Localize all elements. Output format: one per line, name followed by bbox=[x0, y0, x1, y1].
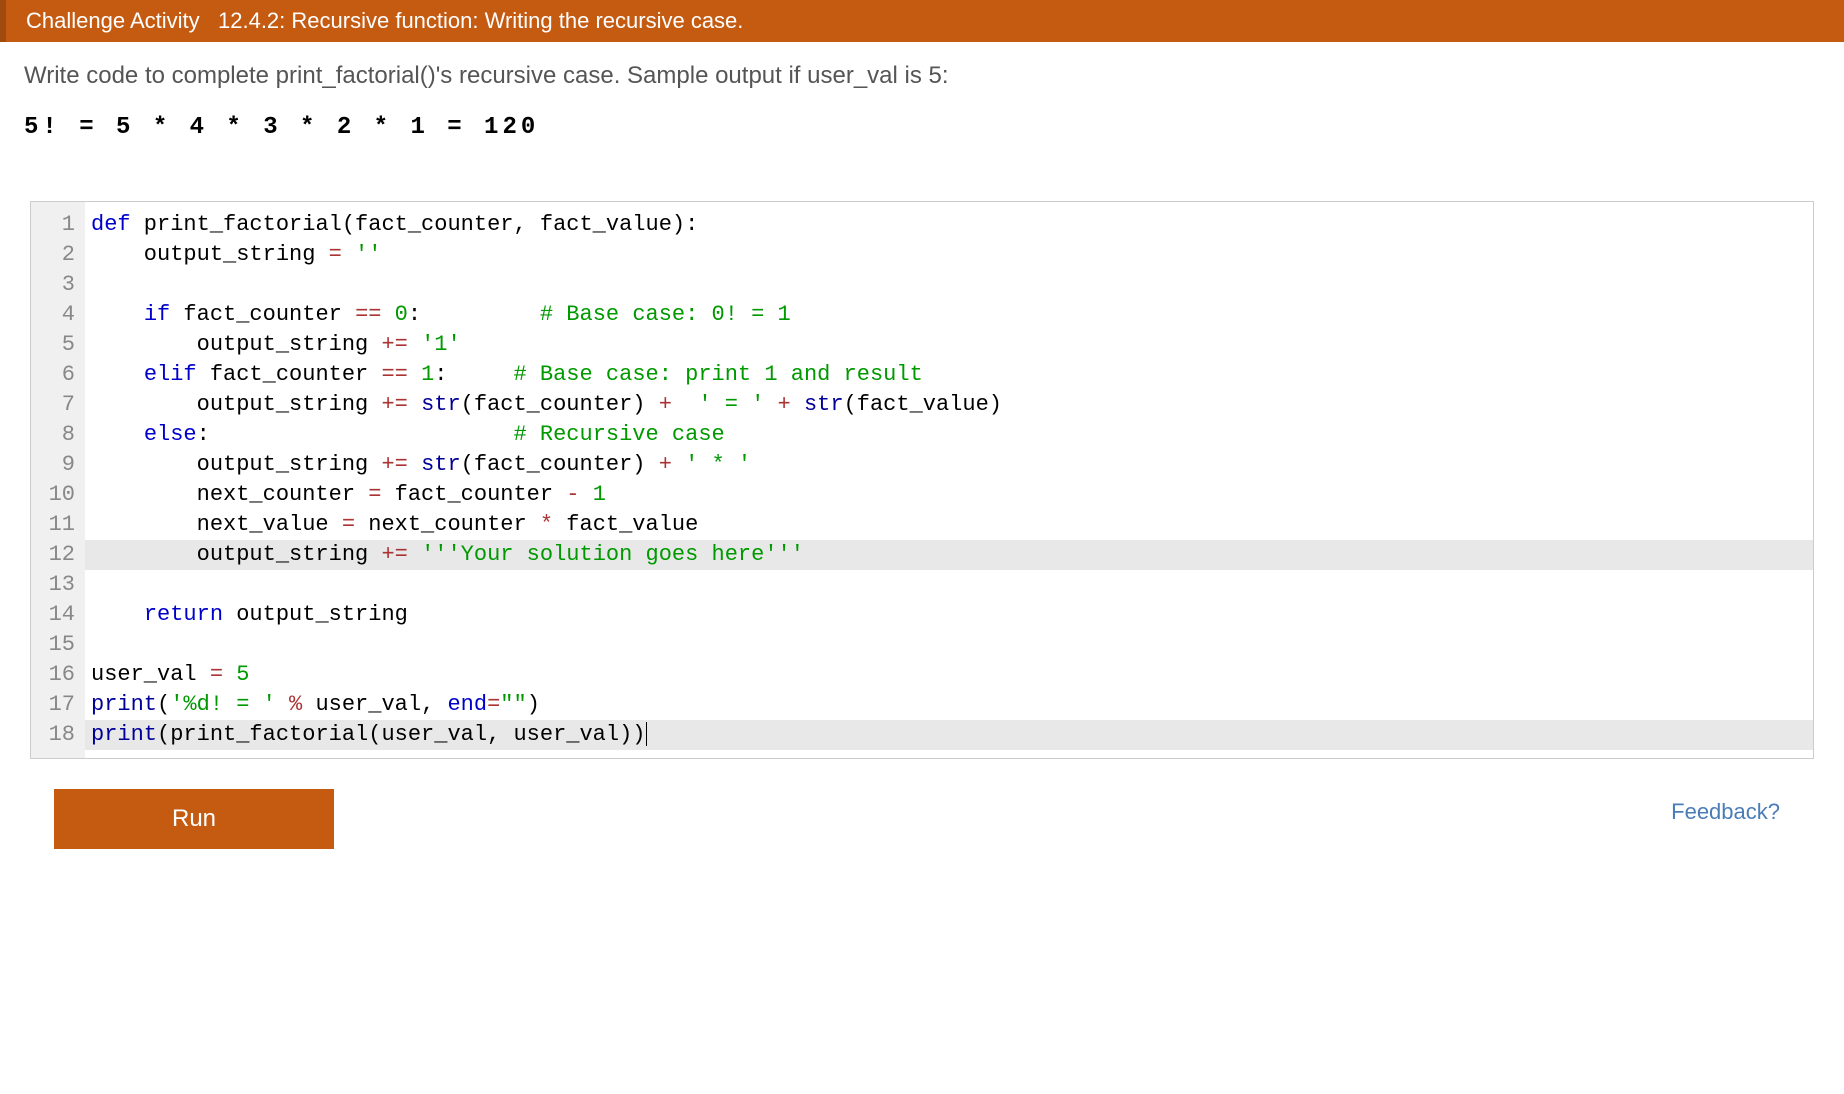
line-number: 18 bbox=[45, 720, 75, 750]
code-line[interactable]: output_string = '' bbox=[85, 240, 1813, 270]
line-number: 17 bbox=[45, 690, 75, 720]
line-number: 2 bbox=[45, 240, 75, 270]
sample-output: 5! = 5 * 4 * 3 * 2 * 1 = 120 bbox=[24, 114, 1820, 141]
code-line[interactable]: print('%d! = ' % user_val, end="") bbox=[85, 690, 1813, 720]
line-number: 15 bbox=[45, 630, 75, 660]
challenge-header: Challenge Activity 12.4.2: Recursive fun… bbox=[0, 0, 1844, 42]
line-number: 10 bbox=[45, 480, 75, 510]
line-number: 6 bbox=[45, 360, 75, 390]
code-body[interactable]: def print_factorial(fact_counter, fact_v… bbox=[85, 202, 1813, 758]
code-line[interactable]: output_string += str(fact_counter) + ' =… bbox=[85, 390, 1813, 420]
line-number: 12 bbox=[45, 540, 75, 570]
challenge-title: Recursive function: Writing the recursiv… bbox=[291, 8, 743, 33]
line-number: 5 bbox=[45, 330, 75, 360]
line-number: 1 bbox=[45, 210, 75, 240]
code-line[interactable]: print(print_factorial(user_val, user_val… bbox=[85, 720, 1813, 750]
code-line[interactable] bbox=[85, 630, 1813, 660]
content-area: Write code to complete print_factorial()… bbox=[0, 42, 1844, 869]
feedback-link[interactable]: Feedback? bbox=[1671, 799, 1780, 825]
code-line[interactable]: return output_string bbox=[85, 600, 1813, 630]
code-editor[interactable]: 123456789101112131415161718 def print_fa… bbox=[30, 201, 1814, 759]
line-number: 8 bbox=[45, 420, 75, 450]
line-number: 9 bbox=[45, 450, 75, 480]
line-number: 4 bbox=[45, 300, 75, 330]
line-number: 13 bbox=[45, 570, 75, 600]
code-line[interactable]: next_value = next_counter * fact_value bbox=[85, 510, 1813, 540]
code-line[interactable]: user_val = 5 bbox=[85, 660, 1813, 690]
line-number: 11 bbox=[45, 510, 75, 540]
run-button[interactable]: Run bbox=[54, 789, 334, 849]
code-line[interactable]: output_string += str(fact_counter) + ' *… bbox=[85, 450, 1813, 480]
line-number: 16 bbox=[45, 660, 75, 690]
code-line[interactable]: output_string += '''Your solution goes h… bbox=[85, 540, 1813, 570]
challenge-number: 12.4.2: bbox=[218, 8, 285, 33]
code-line[interactable]: output_string += '1' bbox=[85, 330, 1813, 360]
line-number-gutter: 123456789101112131415161718 bbox=[31, 202, 85, 758]
code-line[interactable]: elif fact_counter == 1: # Base case: pri… bbox=[85, 360, 1813, 390]
line-number: 7 bbox=[45, 390, 75, 420]
code-line[interactable]: next_counter = fact_counter - 1 bbox=[85, 480, 1813, 510]
code-line[interactable]: else: # Recursive case bbox=[85, 420, 1813, 450]
code-line[interactable]: def print_factorial(fact_counter, fact_v… bbox=[85, 210, 1813, 240]
challenge-label: Challenge Activity bbox=[26, 8, 200, 33]
code-line[interactable]: if fact_counter == 0: # Base case: 0! = … bbox=[85, 300, 1813, 330]
line-number: 14 bbox=[45, 600, 75, 630]
code-line[interactable] bbox=[85, 270, 1813, 300]
line-number: 3 bbox=[45, 270, 75, 300]
code-line[interactable] bbox=[85, 570, 1813, 600]
instruction-text: Write code to complete print_factorial()… bbox=[24, 62, 1820, 90]
